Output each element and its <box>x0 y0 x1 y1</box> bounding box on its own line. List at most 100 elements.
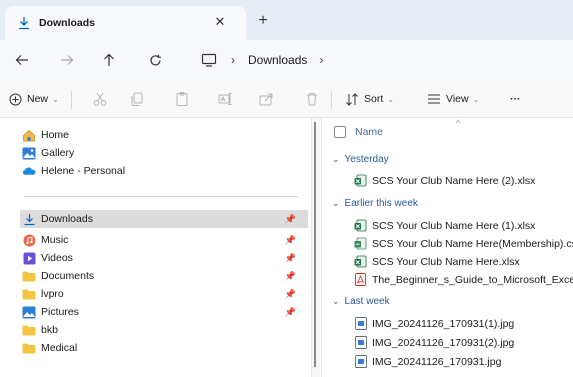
chevron-down-icon: ⌄ <box>52 94 59 104</box>
pin-icon: 📌 <box>284 270 296 281</box>
nav-item-label: Home <box>41 129 70 141</box>
forward-button[interactable] <box>57 50 77 70</box>
name-column-header[interactable]: Name <box>334 126 383 138</box>
arrow-left-icon <box>15 55 28 65</box>
share-button[interactable] <box>256 89 276 109</box>
back-button[interactable] <box>12 50 32 70</box>
pane-splitter[interactable] <box>311 118 322 377</box>
new-button[interactable]: New ⌄ <box>9 89 59 109</box>
list-item[interactable]: SCS Your Club Name Here (1).xlsx <box>354 219 535 232</box>
nav-item-label: Pictures <box>41 306 79 318</box>
breadcrumb-chevron[interactable]: › <box>319 53 323 67</box>
pin-icon: 📌 <box>284 288 296 299</box>
nav-item-medical[interactable]: Medical <box>22 340 308 356</box>
nav-item-home[interactable]: Home <box>22 127 308 143</box>
nav-item-downloads[interactable]: Downloads 📌 <box>20 210 308 228</box>
copy-button[interactable] <box>127 89 147 109</box>
nav-item-pictures[interactable]: Pictures 📌 <box>22 304 308 320</box>
file-name: SCS Your Club Name Here (1).xlsx <box>372 219 536 232</box>
nav-item-onedrive[interactable]: Helene - Personal <box>22 163 308 179</box>
list-item[interactable]: IMG_20241126_170931.jpg <box>354 355 501 368</box>
list-item[interactable]: SCS Your Club Name Here(Membership).csv <box>354 237 573 250</box>
file-name: The_Beginner_s_Guide_to_Microsoft_Excel.… <box>372 273 573 286</box>
sort-button[interactable]: Sort ⌄ <box>345 89 394 109</box>
paste-button[interactable] <box>172 89 192 109</box>
delete-button[interactable] <box>302 89 322 109</box>
more-options-button[interactable]: ··· <box>510 89 521 109</box>
group-label: Last week <box>344 296 390 307</box>
image-icon <box>354 317 367 330</box>
folder-icon <box>22 269 36 283</box>
list-item[interactable]: The_Beginner_s_Guide_to_Microsoft_Excel.… <box>354 273 573 286</box>
csv-icon <box>354 237 367 250</box>
home-icon <box>22 128 36 142</box>
chevron-down-icon: ⌄ <box>332 296 340 306</box>
download-icon <box>22 212 36 226</box>
nav-item-label: Videos <box>41 252 73 264</box>
excel-icon <box>354 174 367 187</box>
image-icon <box>354 336 367 349</box>
select-all-checkbox[interactable] <box>334 126 346 138</box>
copy-icon <box>131 92 143 106</box>
tab-downloads[interactable]: Downloads ✕ <box>5 6 246 40</box>
new-label: New <box>27 93 49 105</box>
pin-icon: 📌 <box>284 306 296 317</box>
list-item[interactable]: IMG_20241126_170931(1).jpg <box>354 317 514 330</box>
onedrive-icon <box>22 164 36 178</box>
chevron-down-icon: ⌄ <box>472 94 480 104</box>
nav-item-gallery[interactable]: Gallery <box>22 145 308 161</box>
chevron-down-icon: ⌄ <box>332 154 340 164</box>
arrow-up-icon <box>104 53 114 66</box>
list-item[interactable]: SCS Your Club Name Here (2).xlsx <box>354 174 535 187</box>
tab-title: Downloads <box>39 17 96 29</box>
sort-label: Sort <box>364 93 384 105</box>
address-field[interactable]: › Downloads › <box>196 45 573 75</box>
nav-item-lvpro[interactable]: lvpro 📌 <box>22 286 308 302</box>
refresh-button[interactable] <box>145 50 165 70</box>
pictures-icon <box>22 305 36 319</box>
group-header-last-week[interactable]: ⌄ Last week <box>332 296 390 307</box>
pin-icon: 📌 <box>284 234 296 245</box>
nav-item-label: Downloads <box>41 213 93 225</box>
nav-item-label: bkb <box>41 324 58 336</box>
nav-item-videos[interactable]: Videos 📌 <box>22 250 308 266</box>
command-bar: New ⌄ Sort ⌄ View ⌄ ··· <box>0 80 573 118</box>
group-header-earlier-this-week[interactable]: ⌄ Earlier this week <box>332 198 418 209</box>
nav-scrollbar-thumb[interactable] <box>314 122 316 367</box>
image-icon <box>354 355 367 368</box>
plus-circle-icon <box>9 93 22 105</box>
up-button[interactable] <box>99 50 119 70</box>
new-tab-button[interactable]: + <box>255 12 271 29</box>
group-label: Earlier this week <box>344 198 418 209</box>
close-tab-button[interactable]: ✕ <box>212 14 228 30</box>
group-header-yesterday[interactable]: ⌄ Yesterday <box>332 154 389 165</box>
rename-icon <box>218 93 232 105</box>
breadcrumb-downloads[interactable]: Downloads <box>248 53 307 67</box>
file-list: Name ^ ⌄ Yesterday SCS Your Club Name He… <box>322 118 573 377</box>
nav-item-label: Gallery <box>41 147 75 159</box>
nav-item-music[interactable]: Music 📌 <box>22 232 308 248</box>
gallery-icon <box>22 146 36 160</box>
list-item[interactable]: SCS Your Club Name Here.xlsx <box>354 255 520 268</box>
file-name: IMG_20241126_170931.jpg <box>372 355 502 368</box>
excel-icon <box>354 255 367 268</box>
file-name: IMG_20241126_170931(2).jpg <box>372 336 515 349</box>
view-label: View <box>446 93 469 105</box>
cut-button[interactable] <box>90 89 110 109</box>
view-button[interactable]: View ⌄ <box>427 89 479 109</box>
videos-icon <box>22 251 36 265</box>
refresh-icon <box>149 54 161 65</box>
nav-item-bkb[interactable]: bkb <box>22 322 308 338</box>
breadcrumb-separator[interactable]: › <box>231 53 235 67</box>
title-bar: Downloads ✕ + <box>0 0 573 40</box>
list-item[interactable]: IMG_20241126_170931(2).jpg <box>354 336 514 349</box>
nav-item-documents[interactable]: Documents 📌 <box>22 268 308 284</box>
folder-icon <box>22 323 36 337</box>
view-list-icon <box>428 94 440 104</box>
this-pc-icon <box>201 53 217 67</box>
nav-item-label: Documents <box>41 270 95 282</box>
rename-button[interactable] <box>215 89 235 109</box>
share-icon <box>259 93 273 106</box>
column-label: Name <box>355 126 384 138</box>
folder-icon <box>22 341 36 355</box>
